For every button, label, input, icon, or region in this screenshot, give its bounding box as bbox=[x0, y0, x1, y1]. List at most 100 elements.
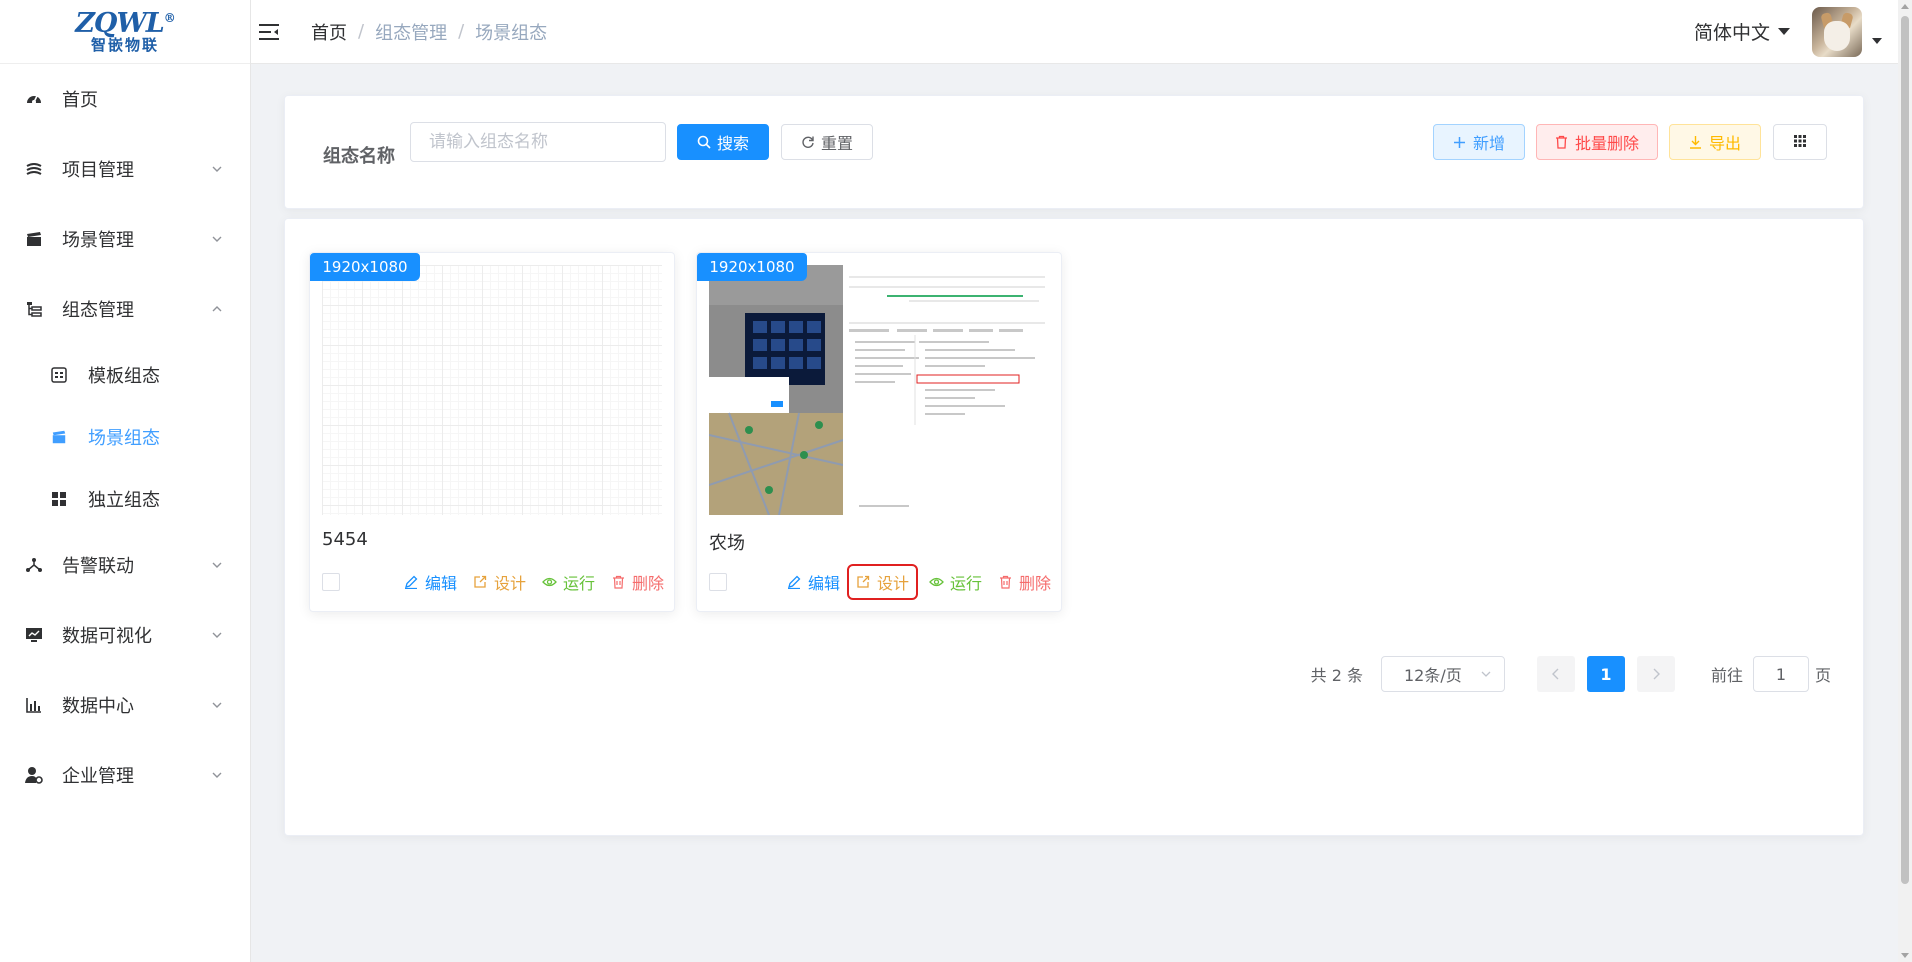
sidebar-item-datacenter[interactable]: 数据中心 bbox=[0, 670, 250, 740]
chevron-left-icon bbox=[1551, 668, 1559, 680]
chevron-down-icon bbox=[212, 702, 222, 708]
edit-button[interactable]: 编辑 bbox=[787, 569, 840, 595]
eye-icon bbox=[929, 575, 944, 590]
sidebar-item-alarm[interactable]: 告警联动 bbox=[0, 530, 250, 600]
sidebar-item-label: 项目管理 bbox=[62, 160, 134, 181]
header-right: 简体中文 bbox=[1694, 6, 1898, 57]
collapse-menu-icon[interactable] bbox=[257, 20, 281, 44]
design-button[interactable]: 设计 bbox=[846, 564, 918, 600]
edit-icon bbox=[404, 575, 419, 590]
prev-page-button[interactable] bbox=[1536, 656, 1575, 692]
card-title: 农场 bbox=[709, 533, 745, 554]
card-list-panel: 1920x1080 5454 编辑 设计 运行 删除 1920x1080 农场 … bbox=[284, 218, 1864, 836]
config-card: 1920x1080 农场 编辑 设计 运行 删除 bbox=[696, 252, 1062, 612]
sidebar-item-config[interactable]: 组态管理 bbox=[0, 274, 250, 344]
page-suffix: 页 bbox=[1814, 666, 1831, 685]
language-select[interactable]: 简体中文 bbox=[1694, 18, 1790, 45]
pagination-total: 共 2 条 bbox=[1310, 666, 1363, 685]
logo-wordmark: ZQWL® bbox=[75, 8, 176, 39]
sidebar-menu: 首页 项目管理 场景管理 组态管理 模板组态 场景组态 独立组态 告警联动 数据… bbox=[0, 64, 250, 810]
page-number-current[interactable]: 1 bbox=[1586, 656, 1625, 692]
tree-list-icon bbox=[24, 299, 44, 319]
card-checkbox[interactable] bbox=[322, 573, 340, 591]
search-label: 组态名称 bbox=[323, 146, 395, 167]
goto-label: 前往 bbox=[1710, 666, 1743, 685]
sidebar-item-label: 首页 bbox=[62, 90, 98, 111]
download-icon bbox=[1689, 135, 1703, 149]
scroll-down-icon[interactable] bbox=[1901, 953, 1909, 958]
grid-icon bbox=[50, 490, 68, 508]
batch-delete-button[interactable]: 批量删除 bbox=[1536, 124, 1658, 160]
language-label: 简体中文 bbox=[1693, 22, 1770, 44]
sidebar-item-home[interactable]: 首页 bbox=[0, 64, 250, 134]
share-icon bbox=[24, 555, 44, 575]
sidebar-item-visualization[interactable]: 数据可视化 bbox=[0, 600, 250, 670]
column-toggle-button[interactable] bbox=[1773, 124, 1827, 160]
card-thumbnail[interactable] bbox=[322, 265, 662, 515]
sidebar-item-label: 组态管理 bbox=[62, 300, 134, 321]
stack-icon bbox=[24, 159, 44, 179]
sidebar-item-label: 数据可视化 bbox=[62, 626, 152, 647]
add-button[interactable]: 新增 bbox=[1433, 124, 1525, 160]
sidebar-subitem-label: 模板组态 bbox=[88, 366, 160, 387]
trash-icon bbox=[1555, 135, 1569, 149]
sidebar-subitem-standalone[interactable]: 独立组态 bbox=[0, 468, 250, 530]
goto-page-input[interactable] bbox=[1752, 656, 1809, 692]
sidebar: ZQWL® 智嵌物联 首页 项目管理 场景管理 组态管理 模板组态 场景组态 独… bbox=[0, 0, 251, 962]
avatar[interactable] bbox=[1812, 6, 1862, 57]
run-button[interactable]: 运行 bbox=[929, 569, 982, 595]
sidebar-item-scene[interactable]: 场景管理 bbox=[0, 204, 250, 274]
run-button[interactable]: 运行 bbox=[542, 569, 595, 595]
reset-button[interactable]: 重置 bbox=[781, 124, 873, 160]
resolution-badge: 1920x1080 bbox=[697, 253, 807, 281]
search-icon bbox=[697, 135, 711, 149]
design-button[interactable]: 设计 bbox=[473, 569, 526, 595]
card-actions: 编辑 设计 运行 删除 bbox=[771, 564, 1051, 600]
breadcrumb-separator: / bbox=[458, 21, 465, 42]
breadcrumb-separator: / bbox=[358, 21, 365, 42]
sidebar-subitem-template[interactable]: 模板组态 bbox=[0, 344, 250, 406]
search-input[interactable] bbox=[410, 122, 666, 162]
breadcrumb-home[interactable]: 首页 bbox=[311, 19, 347, 45]
logo-subtitle: 智嵌物联 bbox=[90, 36, 159, 54]
chevron-down-icon bbox=[1481, 671, 1491, 677]
external-link-icon bbox=[856, 575, 871, 590]
scroll-up-icon[interactable] bbox=[1901, 4, 1909, 9]
refresh-icon bbox=[801, 135, 815, 149]
sidebar-item-project[interactable]: 项目管理 bbox=[0, 134, 250, 204]
logo: ZQWL® 智嵌物联 bbox=[0, 0, 250, 64]
card-title: 5454 bbox=[322, 529, 368, 550]
top-header: 首页 / 组态管理 / 场景组态 简体中文 bbox=[251, 0, 1898, 64]
export-button[interactable]: 导出 bbox=[1669, 124, 1761, 160]
sidebar-item-enterprise[interactable]: 企业管理 bbox=[0, 740, 250, 810]
caret-down-icon bbox=[1778, 28, 1790, 35]
grid-icon bbox=[1793, 133, 1807, 152]
scrollbar-thumb[interactable] bbox=[1901, 16, 1909, 884]
bar-chart-icon bbox=[24, 695, 44, 715]
sidebar-item-label: 数据中心 bbox=[62, 696, 134, 717]
delete-button[interactable]: 删除 bbox=[998, 569, 1051, 595]
page-size-select[interactable]: 12条/页 bbox=[1380, 656, 1505, 692]
monitor-chart-icon bbox=[24, 625, 44, 645]
search-panel: 组态名称 搜索 重置 新增 批量删除 导出 bbox=[284, 95, 1864, 209]
calendar-icon bbox=[50, 366, 68, 384]
card-thumbnail[interactable] bbox=[709, 265, 1049, 515]
sidebar-item-label: 场景管理 bbox=[62, 230, 134, 251]
sidebar-subitem-label: 独立组态 bbox=[88, 490, 160, 511]
page-scrollbar[interactable] bbox=[1898, 0, 1912, 962]
chevron-right-icon bbox=[1653, 668, 1660, 680]
edit-icon bbox=[787, 575, 802, 590]
caret-down-icon[interactable] bbox=[1872, 37, 1882, 44]
chevron-down-icon bbox=[212, 632, 222, 638]
card-actions: 编辑 设计 运行 删除 bbox=[388, 569, 664, 595]
sidebar-subitem-scene-config[interactable]: 场景组态 bbox=[0, 406, 250, 468]
dashboard-icon bbox=[24, 89, 44, 109]
search-button[interactable]: 搜索 bbox=[677, 124, 769, 160]
chevron-down-icon bbox=[212, 236, 222, 242]
next-page-button[interactable] bbox=[1636, 656, 1675, 692]
card-checkbox[interactable] bbox=[709, 573, 727, 591]
resolution-badge: 1920x1080 bbox=[310, 253, 420, 281]
chevron-down-icon bbox=[212, 166, 222, 172]
delete-button[interactable]: 删除 bbox=[611, 569, 664, 595]
edit-button[interactable]: 编辑 bbox=[404, 569, 457, 595]
